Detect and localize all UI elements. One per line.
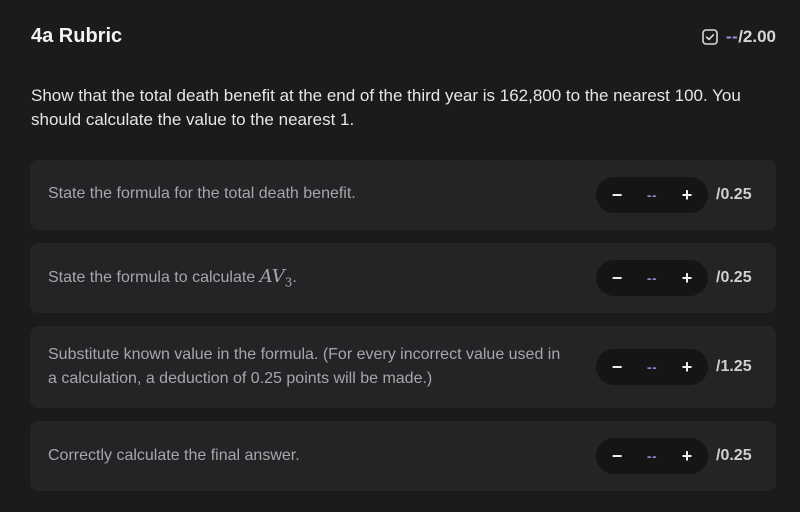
total-score: -- /2.00 [702, 27, 776, 47]
criterion-card: Substitute known value in the formula. (… [30, 326, 776, 408]
math-av: AV3 [259, 266, 293, 290]
score-stepper: − -- + [596, 438, 708, 474]
stepper-value[interactable]: -- [647, 448, 657, 464]
criterion-max-points: /0.25 [716, 447, 752, 464]
total-score-max: /2.00 [738, 27, 776, 46]
criterion-max-points: /0.25 [716, 186, 752, 203]
question-text: Show that the total death benefit at the… [31, 86, 741, 129]
criterion-card: State the formula to calculate AV3. − --… [30, 243, 776, 313]
criterion-text-prefix: State the formula to calculate [48, 269, 260, 286]
criterion-card: State the formula for the total death be… [30, 160, 776, 230]
criterion-text: Substitute known value in the formula. (… [48, 346, 561, 387]
stepper-value[interactable]: -- [647, 359, 657, 375]
checkbox-check-icon[interactable] [702, 29, 718, 45]
criterion-text: Correctly calculate the final answer. [48, 447, 300, 464]
criterion-text: State the formula to calculate AV3. [48, 265, 568, 295]
math-main: AV [259, 266, 285, 287]
score-stepper: − -- + [596, 260, 708, 296]
criterion-max-points: /1.25 [716, 358, 752, 375]
score-stepper: − -- + [596, 177, 708, 213]
criterion-card: Correctly calculate the final answer. − … [30, 421, 776, 491]
rubric-header: 4a Rubric -- /2.00 [31, 24, 776, 52]
total-score-value: -- [725, 27, 739, 46]
criterion-text-suffix: . [292, 269, 297, 286]
rubric-title: 4a Rubric [31, 25, 123, 47]
criterion-max-points: /0.25 [716, 269, 752, 286]
score-stepper: − -- + [596, 349, 708, 385]
decrement-button[interactable]: − [610, 446, 624, 467]
increment-button[interactable]: + [680, 185, 694, 206]
stepper-value[interactable]: -- [647, 187, 657, 203]
increment-button[interactable]: + [680, 357, 694, 378]
decrement-button[interactable]: − [610, 357, 624, 378]
stepper-value[interactable]: -- [647, 270, 657, 286]
increment-button[interactable]: + [680, 446, 694, 467]
criterion-text: State the formula for the total death be… [48, 185, 356, 202]
increment-button[interactable]: + [680, 268, 694, 289]
decrement-button[interactable]: − [610, 268, 624, 289]
decrement-button[interactable]: − [610, 185, 624, 206]
